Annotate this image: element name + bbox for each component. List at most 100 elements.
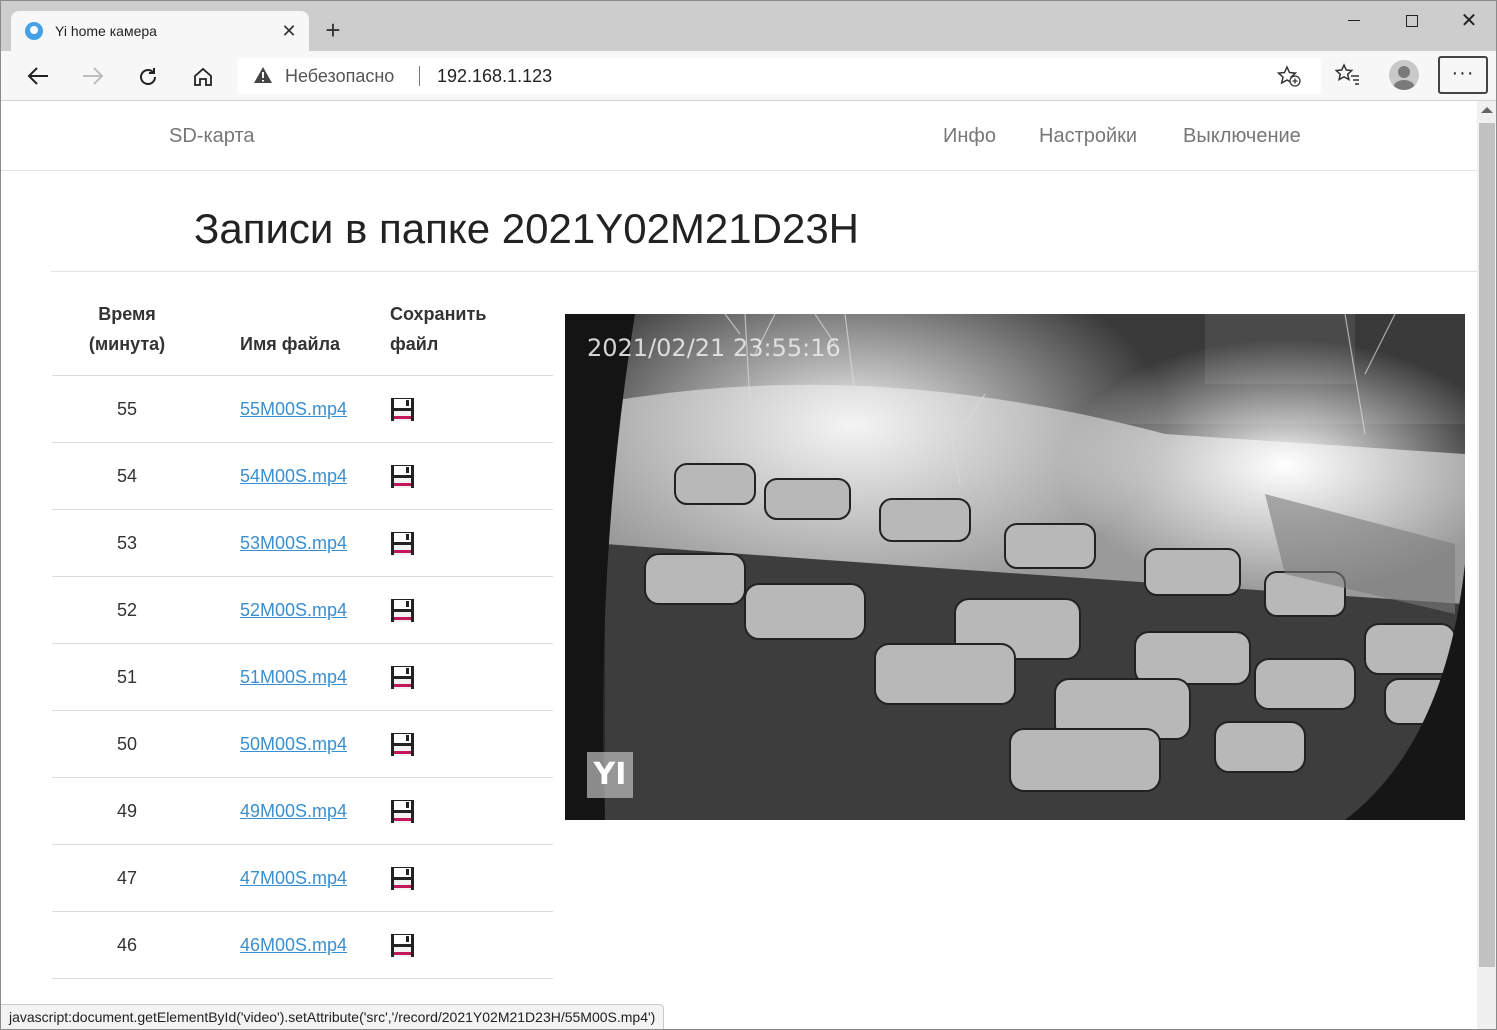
file-link[interactable]: 53M00S.mp4	[240, 533, 347, 553]
maximize-button[interactable]	[1383, 1, 1441, 41]
reload-icon	[140, 68, 156, 85]
header-minute-line2: (минута)	[88, 334, 166, 354]
warning-icon[interactable]	[253, 66, 273, 84]
nav-link-info[interactable]: Инфо	[943, 125, 996, 148]
camera-timestamp: 2021/02/21 23:55:16	[587, 334, 841, 362]
header-minute-line1: Время	[98, 304, 156, 324]
row-minute: 46	[52, 911, 202, 979]
floppy-save-icon[interactable]	[390, 531, 415, 556]
table-row: 52 52M00S.mp4	[52, 576, 553, 644]
tab-close-icon[interactable]: ✕	[277, 19, 301, 43]
brand-link-sd-card[interactable]: SD-карта	[169, 125, 255, 148]
nav-link-shutdown[interactable]: Выключение	[1183, 125, 1301, 148]
row-filename-cell: 54M00S.mp4	[202, 442, 390, 510]
header-filename: Имя файла	[202, 295, 390, 376]
address-separator	[419, 66, 420, 86]
video-player[interactable]: 2021/02/21 23:55:16 YI	[565, 314, 1465, 820]
header-save-line2: файл	[390, 334, 439, 354]
floppy-save-icon[interactable]	[390, 598, 415, 623]
row-filename-cell: 49M00S.mp4	[202, 777, 390, 845]
row-minute: 51	[52, 643, 202, 711]
row-minute: 49	[52, 777, 202, 845]
row-save-cell	[390, 710, 553, 778]
row-minute: 50	[52, 710, 202, 778]
file-link[interactable]: 50M00S.mp4	[240, 734, 347, 754]
row-filename-cell: 46M00S.mp4	[202, 911, 390, 979]
row-filename-cell: 55M00S.mp4	[202, 375, 390, 443]
row-minute: 47	[52, 844, 202, 912]
add-favorite-icon[interactable]	[1277, 65, 1301, 87]
window-close-button[interactable]: ✕	[1440, 1, 1496, 41]
insecure-label[interactable]: Небезопасно	[285, 66, 394, 87]
table-row: 47 47M00S.mp4	[52, 844, 553, 912]
scroll-thumb[interactable]	[1479, 123, 1495, 967]
floppy-save-icon[interactable]	[390, 799, 415, 824]
page-title: Записи в папке 2021Y02M21D23H	[194, 205, 860, 252]
favorites-icon[interactable]	[1335, 63, 1361, 87]
header-minute: Время (минута)	[52, 295, 202, 376]
nav-link-settings[interactable]: Настройки	[1039, 125, 1137, 148]
table-row: 53 53M00S.mp4	[52, 509, 553, 577]
web-page: SD-карта Инфо Настройки Выключение Запис…	[1, 101, 1477, 1029]
row-filename-cell: 50M00S.mp4	[202, 710, 390, 778]
address-bar[interactable]: Небезопасно 192.168.1.123	[237, 58, 1321, 94]
floppy-save-icon[interactable]	[390, 933, 415, 958]
recordings-table: Время (минута) Имя файла Сохранить файл …	[52, 295, 553, 979]
floppy-save-icon[interactable]	[390, 397, 415, 422]
floppy-save-icon[interactable]	[390, 464, 415, 489]
back-button[interactable]	[20, 60, 54, 92]
file-link[interactable]: 51M00S.mp4	[240, 667, 347, 687]
table-row: 55 55M00S.mp4	[52, 375, 553, 443]
recordings-table-body: 55 55M00S.mp4 54 54M00S.mp4 53 53M00S.mp4 52 52…	[52, 375, 553, 979]
reload-button[interactable]	[130, 60, 164, 92]
row-filename-cell: 47M00S.mp4	[202, 844, 390, 912]
camera-frame-image	[565, 314, 1465, 820]
row-save-cell	[390, 509, 553, 577]
table-row: 49 49M00S.mp4	[52, 777, 553, 845]
row-save-cell	[390, 844, 553, 912]
forward-button[interactable]	[75, 60, 109, 92]
row-save-cell	[390, 375, 553, 443]
browser-menu-button[interactable]: ···	[1438, 56, 1488, 94]
floppy-save-icon[interactable]	[390, 732, 415, 757]
file-link[interactable]: 49M00S.mp4	[240, 801, 347, 821]
home-button[interactable]	[185, 60, 219, 92]
row-save-cell	[390, 643, 553, 711]
table-row: 51 51M00S.mp4	[52, 643, 553, 711]
floppy-save-icon[interactable]	[390, 665, 415, 690]
url-text[interactable]: 192.168.1.123	[437, 66, 552, 87]
camera-favicon-icon	[25, 22, 43, 40]
file-link[interactable]: 47M00S.mp4	[240, 868, 347, 888]
table-row: 50 50M00S.mp4	[52, 710, 553, 778]
table-header-row: Время (минута) Имя файла Сохранить файл	[52, 295, 553, 376]
file-link[interactable]: 54M00S.mp4	[240, 466, 347, 486]
browser-tab[interactable]: Yi home камера ✕	[11, 11, 309, 51]
header-save-line1: Сохранить	[390, 304, 487, 324]
file-link[interactable]: 46M00S.mp4	[240, 935, 347, 955]
scroll-up-arrow-icon[interactable]	[1481, 107, 1493, 113]
profile-avatar-icon[interactable]	[1389, 60, 1419, 90]
arrow-right-icon	[83, 67, 104, 85]
row-save-cell	[390, 911, 553, 979]
floppy-save-icon[interactable]	[390, 866, 415, 891]
row-minute: 55	[52, 375, 202, 443]
browser-toolbar: Небезопасно 192.168.1.123 ···	[1, 51, 1496, 101]
yi-logo-icon: YI	[587, 752, 633, 798]
row-minute: 54	[52, 442, 202, 510]
tab-strip: Yi home камера ✕ + ✕	[1, 1, 1496, 51]
file-link[interactable]: 55M00S.mp4	[240, 399, 347, 419]
table-row: 46 46M00S.mp4	[52, 911, 553, 979]
vertical-scrollbar[interactable]	[1477, 101, 1496, 1029]
row-save-cell	[390, 442, 553, 510]
header-save: Сохранить файл	[390, 295, 553, 376]
minimize-icon	[1348, 20, 1360, 22]
arrow-left-icon	[27, 67, 48, 85]
status-bar: javascript:document.getElementById('vide…	[1, 1004, 665, 1029]
tab-title: Yi home камера	[55, 23, 157, 39]
home-icon	[194, 67, 212, 86]
file-link[interactable]: 52M00S.mp4	[240, 600, 347, 620]
minimize-button[interactable]	[1325, 1, 1383, 41]
row-minute: 52	[52, 576, 202, 644]
new-tab-button[interactable]: +	[319, 17, 347, 45]
row-filename-cell: 51M00S.mp4	[202, 643, 390, 711]
